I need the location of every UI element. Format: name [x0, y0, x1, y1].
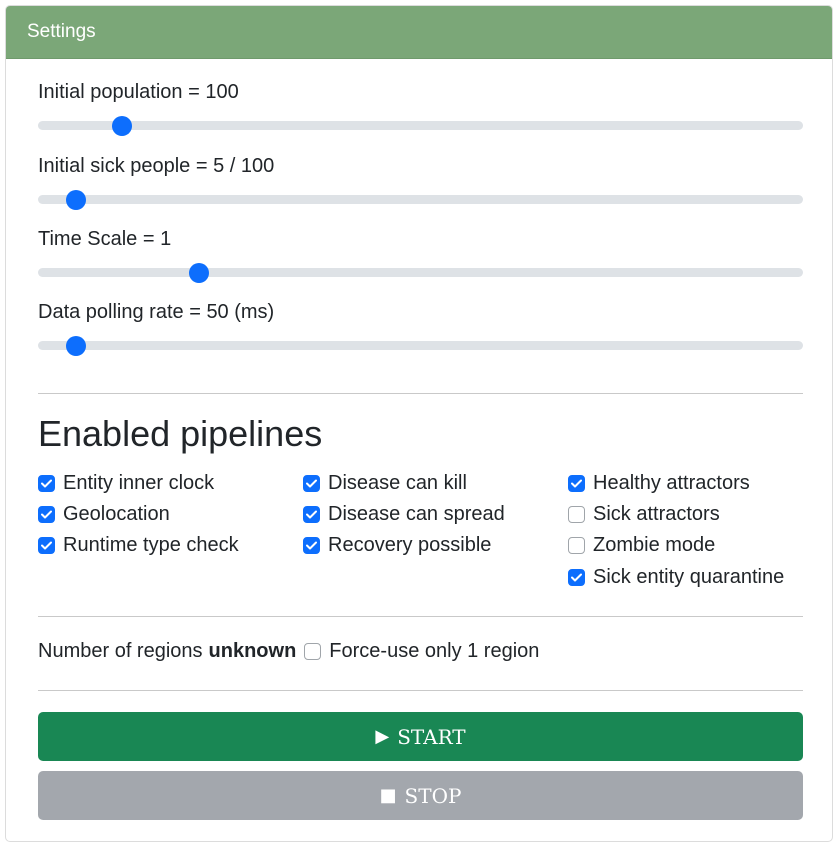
pipeline-recovery-possible[interactable]: Recovery possible	[303, 533, 491, 557]
pipeline-label: Entity inner clock	[63, 472, 215, 494]
pipeline-label: Disease can spread	[328, 503, 505, 525]
polling-rate-label: Data polling rate = 50 (ms)	[38, 301, 275, 323]
pipeline-sick-attractors[interactable]: Sick attractors	[568, 502, 720, 526]
initial-sick-label: Initial sick people = 5 / 100	[38, 155, 275, 177]
regions-value: unknown	[208, 640, 297, 662]
pipeline-label: Recovery possible	[328, 534, 492, 556]
pipeline-label: Healthy attractors	[593, 472, 750, 494]
pipeline-label: Geolocation	[63, 503, 170, 525]
divider	[38, 393, 803, 394]
time-scale-thumb[interactable]	[188, 263, 209, 283]
pipeline-geolocation[interactable]: Geolocation	[38, 502, 170, 526]
settings-header: Settings	[6, 6, 832, 59]
stop-icon: ■	[379, 784, 397, 806]
check-icon[interactable]	[568, 536, 585, 554]
time-scale-slider[interactable]	[38, 263, 803, 283]
play-icon: ▶	[375, 725, 390, 747]
start-label: START	[397, 724, 466, 749]
initial-sick-slider[interactable]	[38, 190, 803, 210]
force-single-region-label: Force-use only 1 region	[329, 640, 540, 662]
check-icon[interactable]	[38, 505, 55, 523]
polling-rate-thumb[interactable]	[66, 336, 87, 356]
divider	[38, 690, 803, 691]
pipeline-healthy-attractors[interactable]: Healthy attractors	[568, 471, 750, 495]
pipeline-label: Sick entity quarantine	[593, 566, 785, 588]
settings-card: Settings Initial population = 100 Initia…	[5, 5, 833, 842]
start-button[interactable]: ▶ START	[38, 712, 803, 761]
pipeline-label: Runtime type check	[63, 534, 239, 556]
pipeline-disease-can-spread[interactable]: Disease can spread	[303, 502, 505, 526]
pipeline-label: Zombie mode	[593, 534, 716, 556]
check-icon[interactable]	[303, 505, 320, 523]
pipeline-label: Sick attractors	[593, 503, 720, 525]
check-icon[interactable]	[568, 505, 585, 523]
regions-label: Number of regions	[38, 640, 203, 662]
initial-population-slider[interactable]	[38, 116, 803, 136]
pipeline-sick-entity-quarantine[interactable]: Sick entity quarantine	[568, 565, 784, 589]
pipeline-runtime-type-check[interactable]: Runtime type check	[38, 533, 239, 557]
stop-button[interactable]: ■ STOP	[38, 771, 803, 820]
initial-population-thumb[interactable]	[112, 116, 133, 136]
initial-population-label: Initial population = 100	[38, 81, 239, 103]
polling-rate-slider[interactable]	[38, 336, 803, 356]
check-icon[interactable]	[38, 474, 55, 492]
regions-row: Number of regions unknown Force-use only…	[38, 639, 539, 663]
check-icon[interactable]	[303, 536, 320, 554]
divider	[38, 616, 803, 617]
pipeline-label: Disease can kill	[328, 472, 467, 494]
force-single-region[interactable]: Force-use only 1 region	[304, 639, 539, 663]
stop-label: STOP	[404, 783, 462, 808]
settings-title: Settings	[27, 21, 96, 42]
check-icon[interactable]	[303, 474, 320, 492]
check-icon[interactable]	[304, 642, 322, 660]
check-icon[interactable]	[38, 536, 55, 554]
check-icon[interactable]	[568, 474, 585, 492]
check-icon[interactable]	[568, 568, 585, 586]
pipeline-disease-can-kill[interactable]: Disease can kill	[303, 471, 467, 495]
initial-sick-thumb[interactable]	[66, 190, 87, 210]
pipelines-heading: Enabled pipelines	[38, 413, 323, 454]
time-scale-label: Time Scale = 1	[38, 228, 172, 250]
pipeline-entity-inner-clock[interactable]: Entity inner clock	[38, 471, 214, 495]
pipeline-zombie-mode[interactable]: Zombie mode	[568, 533, 715, 557]
